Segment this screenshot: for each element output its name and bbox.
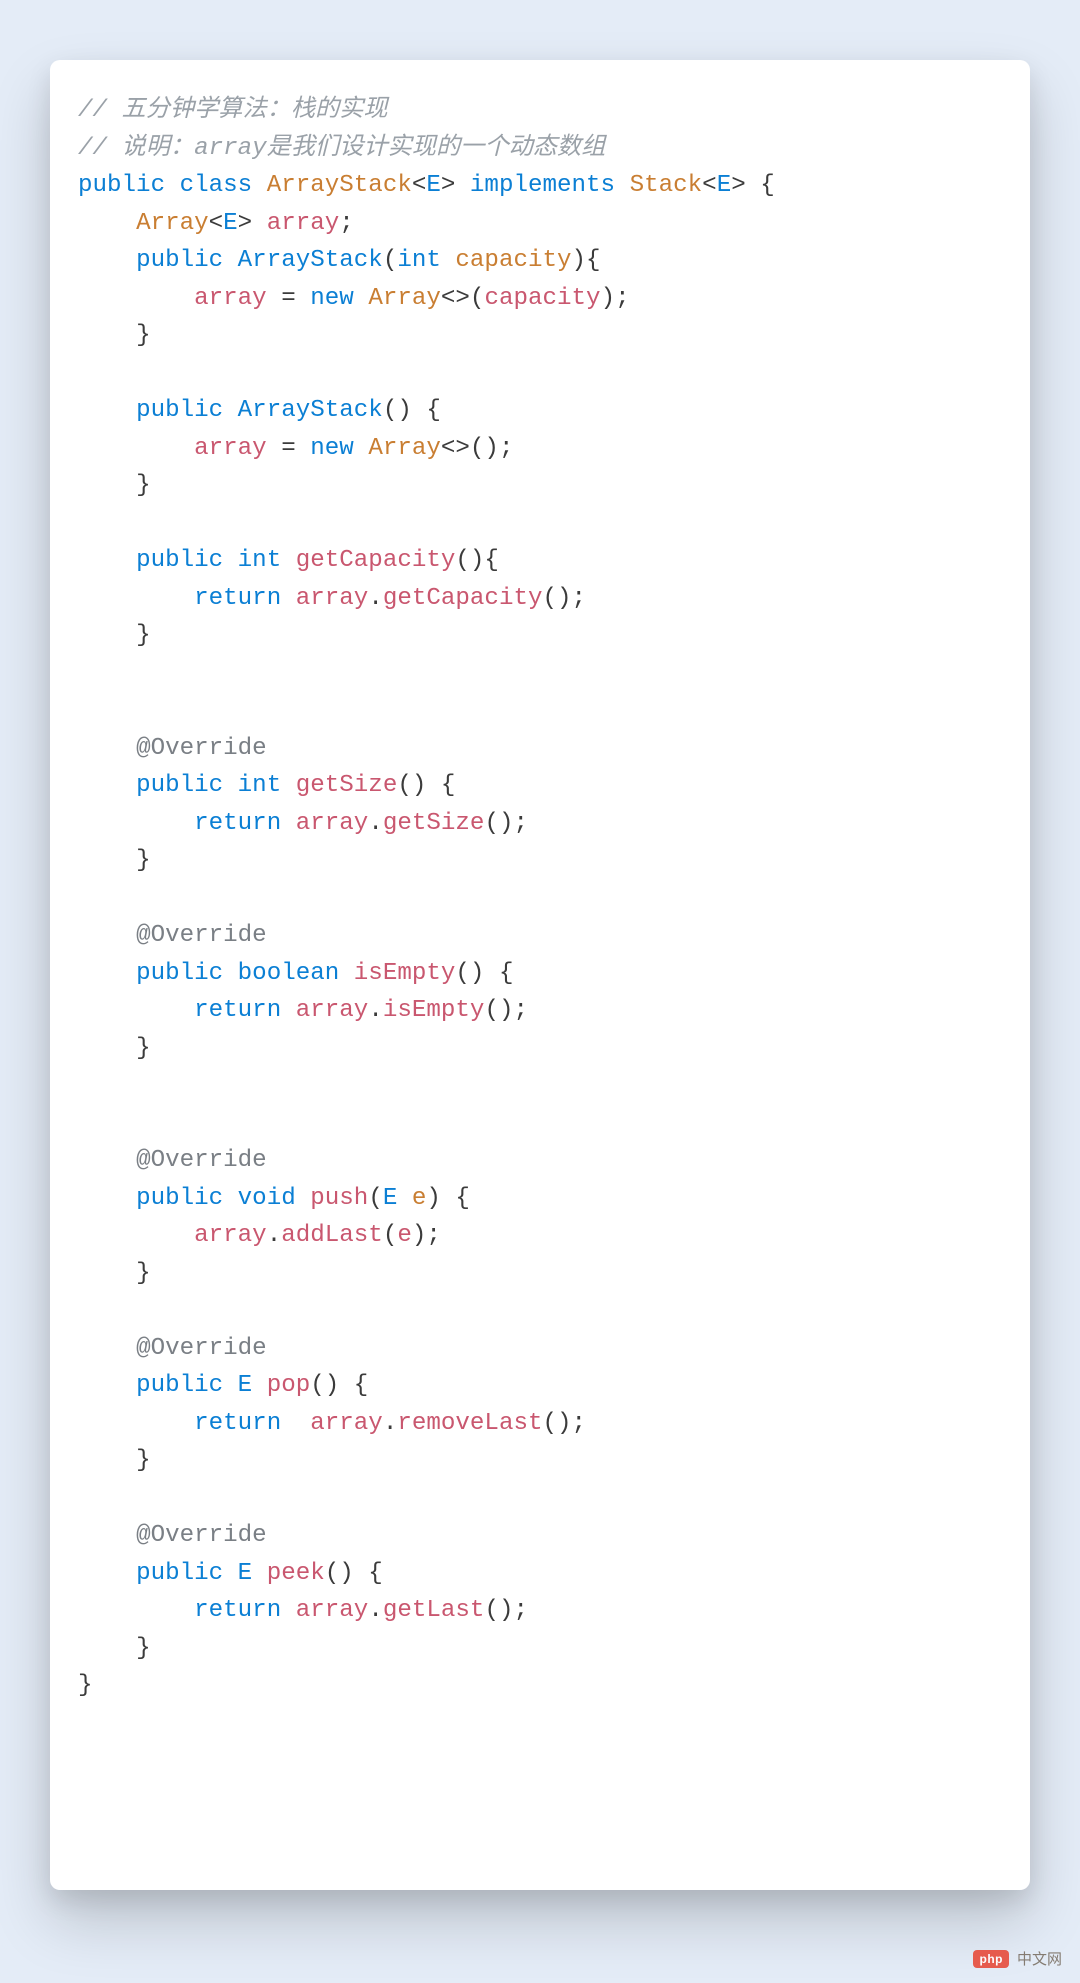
- method-pop: pop: [267, 1372, 311, 1399]
- call-getsize: getSize: [383, 810, 485, 837]
- method-getcapacity: getCapacity: [296, 547, 456, 574]
- method-push: push: [310, 1185, 368, 1212]
- param-capacity: capacity: [455, 247, 571, 274]
- call-getlast: getLast: [383, 1597, 485, 1624]
- kw-public: public: [136, 1372, 223, 1399]
- ctor-arraystack: ArrayStack: [238, 247, 383, 274]
- annotation-override: @Override: [136, 1522, 267, 1549]
- annotation-override: @Override: [136, 1335, 267, 1362]
- var-array: array: [296, 810, 369, 837]
- var-e: e: [397, 1222, 412, 1249]
- type-e: E: [717, 172, 732, 199]
- method-peek: peek: [267, 1560, 325, 1587]
- call-isempty: isEmpty: [383, 997, 485, 1024]
- type-array: Array: [368, 285, 441, 312]
- annotation-override: @Override: [136, 735, 267, 762]
- annotation-override: @Override: [136, 922, 267, 949]
- kw-public: public: [136, 397, 223, 424]
- ctor-arraystack: ArrayStack: [238, 397, 383, 424]
- comment-line: // 五分钟学算法：栈的实现: [78, 97, 388, 124]
- kw-int: int: [238, 772, 282, 799]
- kw-public: public: [136, 247, 223, 274]
- method-isempty: isEmpty: [354, 960, 456, 987]
- type-stack: Stack: [630, 172, 703, 199]
- code-block: // 五分钟学算法：栈的实现 // 说明：array是我们设计实现的一个动态数组…: [78, 92, 1002, 1705]
- type-arraystack: ArrayStack: [267, 172, 412, 199]
- kw-return: return: [194, 810, 281, 837]
- type-e: E: [238, 1560, 253, 1587]
- var-array: array: [296, 1597, 369, 1624]
- type-array: Array: [136, 210, 209, 237]
- kw-class: class: [180, 172, 253, 199]
- kw-return: return: [194, 1597, 281, 1624]
- param-e: e: [412, 1185, 427, 1212]
- var-capacity: capacity: [484, 285, 600, 312]
- kw-int: int: [397, 247, 441, 274]
- call-addlast: addLast: [281, 1222, 383, 1249]
- kw-public: public: [136, 547, 223, 574]
- annotation-override: @Override: [136, 1147, 267, 1174]
- watermark: php 中文网: [973, 1948, 1062, 1969]
- comment-line: // 说明：array是我们设计实现的一个动态数组: [78, 135, 605, 162]
- type-e: E: [238, 1372, 253, 1399]
- kw-void: void: [238, 1185, 296, 1212]
- kw-return: return: [194, 585, 281, 612]
- var-array: array: [194, 285, 267, 312]
- kw-public: public: [136, 1185, 223, 1212]
- code-card: // 五分钟学算法：栈的实现 // 说明：array是我们设计实现的一个动态数组…: [50, 60, 1030, 1890]
- kw-public: public: [78, 172, 165, 199]
- var-array: array: [194, 435, 267, 462]
- var-array: array: [296, 997, 369, 1024]
- kw-implements: implements: [470, 172, 615, 199]
- kw-public: public: [136, 772, 223, 799]
- kw-new: new: [310, 285, 354, 312]
- call-getcapacity: getCapacity: [383, 585, 543, 612]
- type-e: E: [426, 172, 441, 199]
- kw-public: public: [136, 960, 223, 987]
- kw-return: return: [194, 1410, 281, 1437]
- var-array: array: [310, 1410, 383, 1437]
- call-removelast: removeLast: [397, 1410, 542, 1437]
- kw-return: return: [194, 997, 281, 1024]
- var-array: array: [194, 1222, 267, 1249]
- watermark-text: 中文网: [1017, 1948, 1062, 1969]
- kw-public: public: [136, 1560, 223, 1587]
- type-e: E: [223, 210, 238, 237]
- watermark-badge: php: [973, 1950, 1009, 1968]
- type-e: E: [383, 1185, 398, 1212]
- var-array: array: [267, 210, 340, 237]
- method-getsize: getSize: [296, 772, 398, 799]
- kw-boolean: boolean: [238, 960, 340, 987]
- type-array: Array: [368, 435, 441, 462]
- kw-int: int: [238, 547, 282, 574]
- kw-new: new: [310, 435, 354, 462]
- var-array: array: [296, 585, 369, 612]
